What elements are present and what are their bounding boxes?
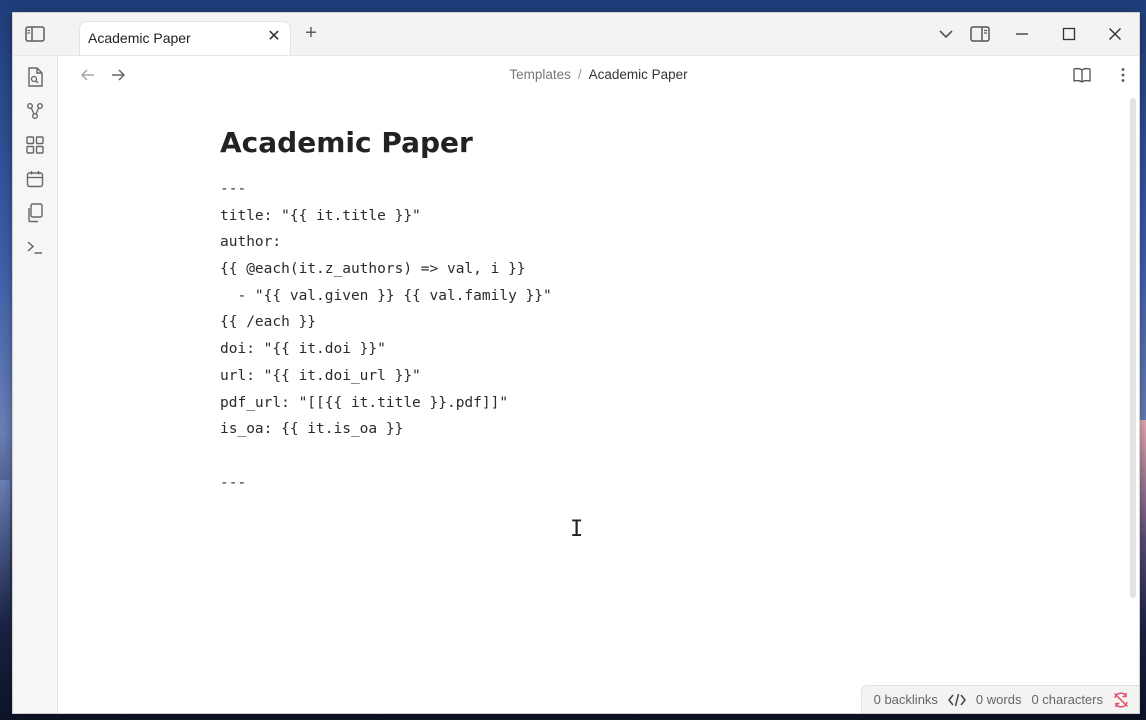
more-options-icon[interactable] xyxy=(1113,65,1133,85)
copy-icon[interactable] xyxy=(24,202,46,224)
frontmatter-line[interactable]: is_oa: {{ it.is_oa }} xyxy=(220,416,920,443)
frontmatter-line[interactable] xyxy=(220,443,920,470)
frontmatter-line[interactable]: {{ /each }} xyxy=(220,309,920,336)
frontmatter-line[interactable]: title: "{{ it.title }}" xyxy=(220,203,920,230)
chevron-down-icon[interactable] xyxy=(935,24,957,44)
right-sidebar-icon[interactable] xyxy=(969,24,991,44)
frontmatter-line[interactable]: author: xyxy=(220,229,920,256)
close-icon[interactable]: ✕ xyxy=(266,29,282,45)
canvas-icon[interactable] xyxy=(24,134,46,156)
view-header: Templates / Academic Paper xyxy=(58,56,1139,94)
backlinks-count[interactable]: 0 backlinks xyxy=(874,692,938,707)
minimize-icon[interactable] xyxy=(1011,24,1033,44)
status-bar: 0 backlinks 0 words 0 characters xyxy=(860,685,1139,713)
calendar-icon[interactable] xyxy=(24,168,46,190)
frontmatter-line[interactable]: doi: "{{ it.doi }}" xyxy=(220,336,920,363)
note-content[interactable]: Academic Paper --- title: "{{ it.title }}… xyxy=(220,126,920,496)
app-window: Academic Paper ✕ + Templates / Academic … xyxy=(12,12,1140,714)
reading-view-icon[interactable] xyxy=(1072,65,1092,85)
frontmatter-line[interactable]: url: "{{ it.doi_url }}" xyxy=(220,363,920,390)
left-ribbon xyxy=(13,56,58,713)
frontmatter-line[interactable]: {{ @each(it.z_authors) => val, i }} xyxy=(220,256,920,283)
title-bar: Academic Paper ✕ + xyxy=(13,13,1139,56)
text-cursor-icon: I xyxy=(570,517,584,542)
terminal-icon[interactable] xyxy=(24,236,46,258)
editor-pane: Templates / Academic Paper Academic Paper … xyxy=(58,56,1139,713)
code-icon[interactable] xyxy=(947,693,966,707)
word-count: 0 words xyxy=(975,692,1022,707)
breadcrumb-current[interactable]: Academic Paper xyxy=(589,67,688,82)
tab-title: Academic Paper xyxy=(88,30,191,46)
sync-disabled-icon[interactable] xyxy=(1113,691,1129,708)
frontmatter-template[interactable]: --- title: "{{ it.title }}" author:{{ @eac… xyxy=(220,176,920,496)
tab-academic-paper[interactable]: Academic Paper ✕ xyxy=(79,21,291,55)
desktop-wallpaper-left xyxy=(0,480,10,720)
frontmatter-line[interactable]: - "{{ val.given }} {{ val.family }}" xyxy=(220,283,920,310)
open-file-icon[interactable] xyxy=(24,66,46,88)
graph-icon[interactable] xyxy=(24,100,46,122)
breadcrumb-separator: / xyxy=(577,67,582,82)
new-tab-button[interactable]: + xyxy=(301,23,321,43)
note-title[interactable]: Academic Paper xyxy=(220,126,920,160)
frontmatter-line[interactable]: --- xyxy=(220,176,920,203)
character-count: 0 characters xyxy=(1031,692,1103,707)
close-window-icon[interactable] xyxy=(1104,24,1126,44)
breadcrumb: Templates / Academic Paper xyxy=(58,67,1139,82)
frontmatter-line[interactable]: pdf_url: "[[{{ it.title }}.pdf]]" xyxy=(220,390,920,417)
sidebar-toggle-icon[interactable] xyxy=(23,24,47,44)
frontmatter-line[interactable]: --- xyxy=(220,470,920,497)
scrollbar[interactable] xyxy=(1130,98,1136,598)
breadcrumb-parent[interactable]: Templates xyxy=(509,67,571,82)
maximize-icon[interactable] xyxy=(1058,24,1080,44)
